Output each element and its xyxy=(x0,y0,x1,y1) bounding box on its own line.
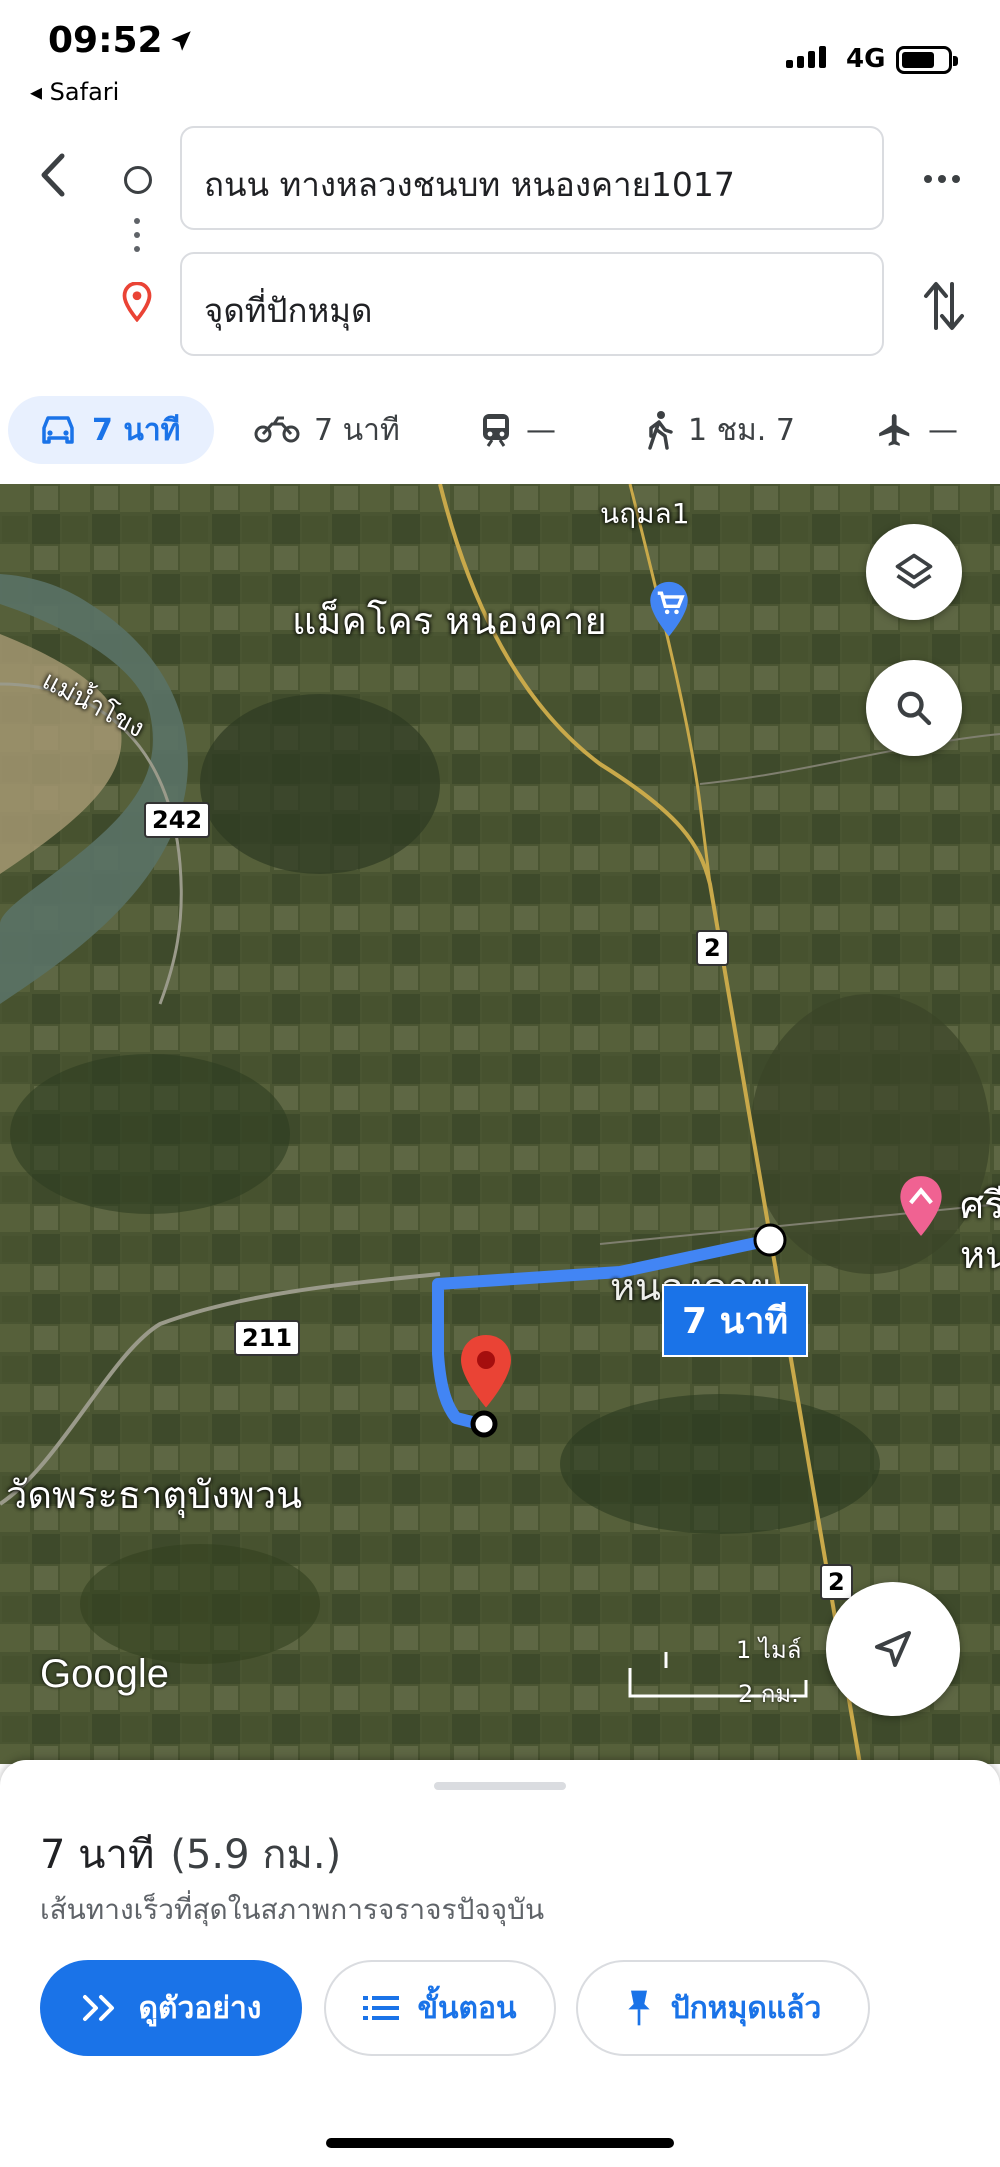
route-distance: (5.9 กม.) xyxy=(170,1832,342,1878)
airplane-icon xyxy=(879,414,910,446)
list-icon xyxy=(363,1996,400,2020)
motorcycle-icon xyxy=(254,416,300,443)
search-button[interactable] xyxy=(866,660,962,756)
route-summary: 7 นาที (5.9 กม.) xyxy=(40,1822,341,1886)
swap-direction-icon[interactable] xyxy=(922,278,966,334)
search-icon xyxy=(897,691,932,726)
tab-walking-label: 1 ชม. 7 xyxy=(688,412,795,448)
tab-driving-label: 7 นาที xyxy=(92,412,181,448)
destination-input[interactable]: จุดที่ปักหมุด xyxy=(180,252,884,356)
status-bar: 09:52 ◂ Safari 4G xyxy=(0,0,1000,120)
route-summary-sheet[interactable]: 7 นาที (5.9 กม.) เส้นทางเร็วที่สุดในสภาพก… xyxy=(0,1760,1000,2167)
layers-icon xyxy=(895,553,933,589)
scale-imperial: 1 ไมล์ xyxy=(736,1636,802,1664)
back-arrow-icon[interactable] xyxy=(34,150,74,200)
location-arrow-icon xyxy=(171,31,191,51)
more-options-icon[interactable] xyxy=(920,164,964,194)
recenter-button[interactable] xyxy=(826,1582,960,1716)
pinned-button[interactable]: ปักหมุดแล้ว xyxy=(576,1960,870,2056)
train-icon xyxy=(483,414,509,447)
tab-flights[interactable]: — xyxy=(876,396,958,464)
tab-transit-label: — xyxy=(526,412,556,448)
travel-mode-tabs: 7 นาที 7 นาที — 1 ชม. 7 — xyxy=(0,392,1000,476)
tab-walking[interactable]: 1 ชม. 7 xyxy=(644,396,795,464)
shopping-cart-pin-icon[interactable] xyxy=(646,580,692,640)
map-label-temple[interactable]: วัดพระธาตุบังพวน xyxy=(6,1464,302,1525)
pinned-button-label: ปักหมุดแล้ว xyxy=(670,1990,822,2026)
status-time: 09:52 xyxy=(48,20,163,61)
origin-input[interactable]: ถนน ทางหลวงชนบท หนองคาย1017 xyxy=(180,126,884,230)
tab-motorcycle[interactable]: 7 นาที xyxy=(254,396,400,464)
double-chevron-right-icon xyxy=(82,1995,114,2021)
origin-circle-icon xyxy=(124,166,152,194)
road-shield-211: 211 xyxy=(234,1320,301,1356)
map-label-village: นฤมล1 xyxy=(600,497,690,530)
poi-pin-icon[interactable] xyxy=(896,1174,946,1240)
steps-button[interactable]: ขั้นตอน xyxy=(324,1960,556,2056)
pin-icon xyxy=(627,1990,650,2026)
sheet-drag-handle[interactable] xyxy=(434,1782,566,1790)
destination-pin-icon xyxy=(122,282,152,322)
preview-button[interactable]: ดูตัวอย่าง xyxy=(40,1960,302,2056)
home-indicator[interactable] xyxy=(326,2138,674,2148)
scale-metric: 2 กม. xyxy=(738,1680,799,1708)
preview-button-label: ดูตัวอย่าง xyxy=(138,1990,262,2026)
map-label-poi-2: หน xyxy=(960,1233,1000,1277)
signal-icon xyxy=(786,46,826,68)
map-label-makro[interactable]: แม็คโคร หนองคาย xyxy=(292,590,607,651)
dropped-pin-icon[interactable] xyxy=(456,1332,516,1418)
layers-button[interactable] xyxy=(866,524,962,620)
navigation-arrow-icon xyxy=(875,1631,911,1667)
route-description: เส้นทางเร็วที่สุดในสภาพการจราจรปัจจุบัน xyxy=(40,1893,545,1926)
steps-button-label: ขั้นตอน xyxy=(417,1990,517,2026)
google-attribution: Google xyxy=(40,1652,169,1696)
back-to-safari-link[interactable]: ◂ Safari xyxy=(30,78,119,106)
walking-icon xyxy=(648,411,673,450)
tab-motorcycle-label: 7 นาที xyxy=(314,412,400,448)
network-type: 4G xyxy=(846,44,886,74)
tab-driving[interactable]: 7 นาที xyxy=(8,396,214,464)
road-shield-242: 242 xyxy=(144,802,211,838)
route-dots-icon xyxy=(134,218,140,260)
battery-icon xyxy=(896,46,958,74)
road-shield-2: 2 xyxy=(696,930,729,966)
map-view[interactable]: นฤมล1 แม็คโคร หนองคาย แม่น้ำโขง วัดพระธา… xyxy=(0,484,1000,1764)
tab-flights-label: — xyxy=(928,412,958,448)
route-eta-badge[interactable]: 7 นาที xyxy=(662,1284,809,1357)
tab-transit[interactable]: — xyxy=(480,396,556,464)
car-icon xyxy=(42,416,74,444)
road-shield-2-south: 2 xyxy=(820,1564,853,1600)
route-duration: 7 นาที xyxy=(40,1832,155,1878)
